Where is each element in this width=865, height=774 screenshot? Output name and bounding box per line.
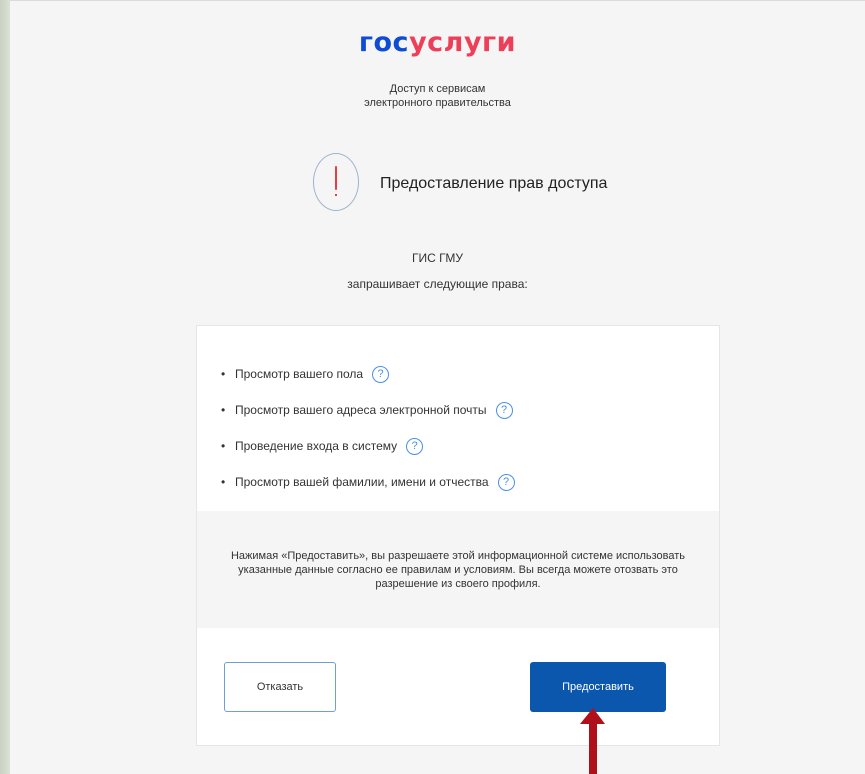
notice-line-1: Нажимая «Предоставить», вы разрешаете эт… (230, 550, 686, 562)
permission-label: Просмотр вашей фамилии, имени и отчества (235, 475, 489, 489)
question-circle-icon[interactable]: ? (497, 473, 515, 491)
permission-item-gender: • Просмотр вашего пола ? (221, 364, 515, 384)
decline-button[interactable]: Отказать (224, 662, 336, 712)
permission-item-email: • Просмотр вашего адреса электронной поч… (221, 400, 515, 420)
left-decorative-strip (0, 0, 10, 774)
logo-tagline: Доступ к сервисам электронного правитель… (10, 82, 865, 110)
permissions-list: • Просмотр вашего пола ? • Просмотр ваше… (221, 364, 515, 508)
consent-notice-text: Нажимая «Предоставить», вы разрешаете эт… (221, 549, 695, 591)
tagline-line-1: Доступ к сервисам (389, 83, 486, 95)
question-circle-icon[interactable]: ? (495, 401, 513, 419)
requests-rights-text: запрашивает следующие права: (347, 277, 528, 291)
permissions-card: • Просмотр вашего пола ? • Просмотр ваше… (196, 325, 720, 746)
question-circle-icon[interactable]: ? (406, 437, 424, 455)
bullet-icon: • (221, 439, 226, 453)
permission-label: Просмотр вашего адреса электронной почты (235, 403, 487, 417)
consent-page: госуслуги Доступ к сервисам электронного… (10, 0, 865, 774)
bullet-icon: • (221, 367, 226, 381)
gosuslugi-logo: госуслуги (10, 27, 865, 58)
permission-label: Проведение входа в систему (235, 439, 398, 453)
bullet-icon: • (221, 475, 226, 489)
page-title: Предоставление прав доступа (380, 175, 608, 192)
logo-part-gos: гос (358, 27, 410, 58)
arrow-up-icon (580, 708, 605, 774)
notice-line-3: разрешение из своего профиля. (375, 578, 541, 590)
notice-line-2: указанные данные согласно ее правилам и … (238, 564, 678, 576)
bullet-icon: • (221, 403, 226, 417)
requesting-system-name: ГИС ГМУ (412, 251, 463, 265)
tagline-line-2: электронного правительства (364, 97, 511, 109)
consent-notice: Нажимая «Предоставить», вы разрешаете эт… (197, 511, 719, 628)
question-circle-icon[interactable]: ? (372, 365, 390, 383)
permission-label: Просмотр вашего пола (235, 367, 364, 381)
logo-part-uslugi: услуги (409, 27, 517, 58)
permission-item-full-name: • Просмотр вашей фамилии, имени и отчест… (221, 472, 515, 492)
grant-button[interactable]: Предоставить (530, 662, 666, 712)
exclamation-circle-icon (313, 153, 359, 211)
permission-item-login: • Проведение входа в систему ? (221, 436, 515, 456)
